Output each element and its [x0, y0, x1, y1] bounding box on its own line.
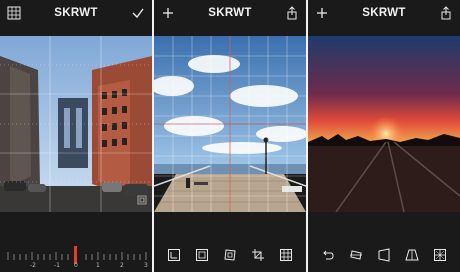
- bottom-toolbar: [308, 238, 460, 272]
- app-title: SKRWT: [362, 7, 406, 19]
- ruler-label: -1: [54, 262, 60, 269]
- crop-icon[interactable]: [250, 247, 266, 263]
- straighten-ruler[interactable]: -2 -1 0 1 2 3: [0, 238, 152, 272]
- horizontal-perspective-icon[interactable]: [404, 247, 420, 263]
- screen-straighten: SKRWT -2 -1 0 1 2 3: [0, 0, 152, 272]
- perspective-icon[interactable]: [222, 247, 238, 263]
- photo-railroad-sunset[interactable]: [308, 36, 460, 212]
- plus-icon[interactable]: [160, 5, 176, 21]
- undo-icon[interactable]: [320, 247, 336, 263]
- ruler-label: 1: [96, 262, 100, 269]
- app-title: SKRWT: [54, 7, 98, 19]
- ruler-label: -2: [30, 262, 36, 269]
- bottom-toolbar: [154, 238, 306, 272]
- plus-icon[interactable]: [314, 5, 330, 21]
- photo-boardwalk[interactable]: [154, 36, 306, 212]
- screen-perspective: SKRWT: [308, 0, 460, 272]
- top-bar: SKRWT: [0, 0, 152, 26]
- mirror-icon[interactable]: [432, 247, 448, 263]
- ruler-label: 2: [120, 262, 124, 269]
- share-icon[interactable]: [284, 5, 300, 21]
- photo-bridge-street[interactable]: [0, 36, 152, 212]
- grid-icon[interactable]: [6, 5, 22, 21]
- ruler-label: 0: [74, 262, 78, 269]
- checkmark-icon[interactable]: [130, 5, 146, 21]
- share-icon[interactable]: [438, 5, 454, 21]
- grid-icon[interactable]: [278, 247, 294, 263]
- frame-icon[interactable]: [194, 247, 210, 263]
- rotate-icon[interactable]: [348, 247, 364, 263]
- app-title: SKRWT: [208, 7, 252, 19]
- lens-icon[interactable]: [166, 247, 182, 263]
- screen-grid: SKRWT: [154, 0, 306, 272]
- top-bar: SKRWT: [308, 0, 460, 26]
- vertical-perspective-icon[interactable]: [376, 247, 392, 263]
- ruler-label: 3: [144, 262, 148, 269]
- top-bar: SKRWT: [154, 0, 306, 26]
- app-showcase: SKRWT -2 -1 0 1 2 3 SKRWT SKRWT: [0, 0, 460, 272]
